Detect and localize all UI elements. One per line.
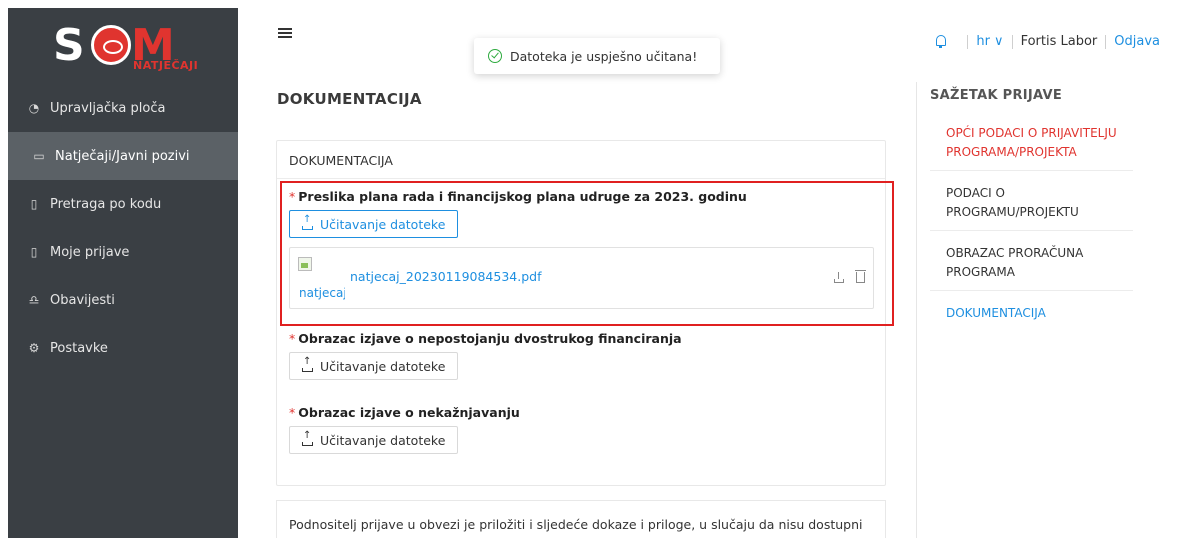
toast-message: Datoteka je uspješno učitana! (510, 48, 698, 64)
logout-link[interactable]: Odjava (1114, 34, 1160, 49)
upload-icon (302, 430, 313, 446)
header-actions: hr ∨ Fortis Labor Odjava (935, 34, 1160, 49)
upload-button[interactable]: Učitavanje datoteke (289, 426, 459, 454)
sidebar-item-label: Natječaji/Javni pozivi (55, 148, 190, 164)
page: S M NATJEČAJI ◔ Upravljačka ploča ▭ Natj… (0, 0, 1180, 538)
sidebar-item-label: Upravljačka ploča (50, 100, 166, 116)
highlight-box (280, 181, 894, 326)
bell-icon[interactable] (935, 35, 947, 48)
sidebar-item-tenders[interactable]: ▭ Natječaji/Javni pozivi (8, 132, 238, 180)
summary-item-documentation[interactable]: DOKUMENTACIJA (930, 302, 1133, 331)
user-name: Fortis Labor (1020, 34, 1098, 49)
field-label: * Obrazac izjave o nepostojanju dvostruko… (289, 331, 682, 346)
sidebar-nav: ◔ Upravljačka ploča ▭ Natječaji/Javni po… (8, 84, 238, 372)
card-title: DOKUMENTACIJA (277, 141, 885, 179)
sidebar-item-label: Pretraga po kodu (50, 196, 162, 212)
upload-button[interactable]: Učitavanje datoteke (289, 352, 459, 380)
sidebar-item-my-applications[interactable]: ▯ Moje prijave (8, 228, 238, 276)
field-label: * Obrazac izjave o nekažnjavanju (289, 405, 520, 420)
summary-item-budget[interactable]: OBRAZAC PRORAČUNA PROGRAMA (930, 242, 1133, 291)
sidebar-item-label: Obavijesti (50, 292, 115, 308)
pie-chart-icon: ◔ (28, 101, 40, 115)
note-card: Podnositelj prijave u obvezi je priložit… (276, 500, 886, 538)
sidebar-item-settings[interactable]: ⚙ Postavke (8, 324, 238, 372)
sidebar-item-code-search[interactable]: ▯ Pretraga po kodu (8, 180, 238, 228)
bell-icon: ♎ (28, 293, 40, 307)
page-title: DOKUMENTACIJA (277, 90, 422, 108)
sidebar-item-label: Moje prijave (50, 244, 130, 260)
logo-s: S (53, 20, 85, 71)
logo[interactable]: S M NATJEČAJI (53, 22, 203, 74)
divider (916, 82, 917, 538)
success-toast: Datoteka je uspješno učitana! (474, 38, 720, 74)
divider (967, 34, 969, 49)
summary-title: SAŽETAK PRIJAVE (930, 88, 1063, 103)
summary-item-general[interactable]: OPĆI PODACI O PRIJAVITELJU PROGRAMA/PROJ… (930, 122, 1133, 171)
check-circle-icon (488, 49, 502, 63)
field-non-conviction: *Obrazac izjave o nekažnjavanju Učitavan… (289, 405, 520, 454)
note-text: Podnositelj prijave u obvezi je priložit… (289, 517, 863, 538)
upload-button-label: Učitavanje datoteke (320, 358, 446, 374)
document-icon: ▯ (30, 245, 38, 259)
field-double-financing: * Obrazac izjave o nepostojanju dvostruko… (289, 331, 682, 380)
gear-icon: ⚙ (28, 341, 40, 355)
summary-nav: OPĆI PODACI O PRIJAVITELJU PROGRAMA/PROJ… (930, 122, 1133, 342)
sidebar-item-label: Postavke (50, 340, 108, 356)
summary-item-program[interactable]: PODACI O PROGRAMU/PROJEKTU (930, 182, 1133, 231)
logo-eye-icon (91, 25, 131, 65)
menu-toggle-icon[interactable] (278, 28, 292, 40)
upload-button-label: Učitavanje datoteke (320, 432, 446, 448)
divider (1011, 34, 1013, 49)
sidebar: S M NATJEČAJI ◔ Upravljačka ploča ▭ Natj… (8, 8, 238, 538)
language-select[interactable]: hr ∨ (976, 34, 1003, 49)
document-icon: ▯ (30, 197, 38, 211)
sidebar-item-dashboard[interactable]: ◔ Upravljačka ploča (8, 84, 238, 132)
sidebar-item-notifications[interactable]: ♎ Obavijesti (8, 276, 238, 324)
folder-open-icon: ▭ (33, 149, 45, 163)
logo-subtitle: NATJEČAJI (133, 59, 199, 72)
upload-icon (302, 356, 313, 372)
divider (1105, 34, 1107, 49)
